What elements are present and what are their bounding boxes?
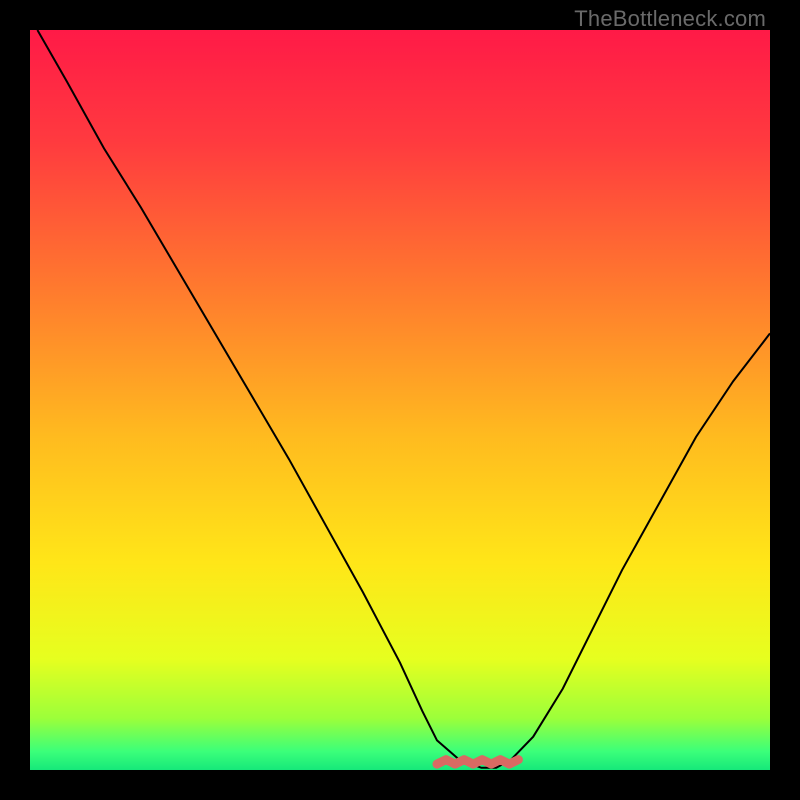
watermark-text: TheBottleneck.com [574,6,766,32]
flat-bottom-marker [437,760,518,764]
plot-area [30,30,770,770]
curve-layer [30,30,770,770]
chart-frame: TheBottleneck.com [0,0,800,800]
bottleneck-curve [37,30,770,768]
